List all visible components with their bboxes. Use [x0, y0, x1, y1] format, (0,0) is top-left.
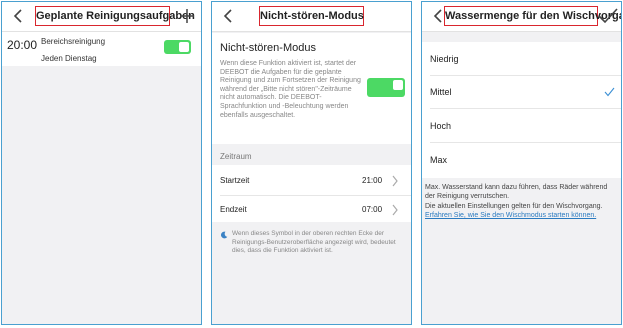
- option-medium[interactable]: Mittel: [430, 87, 452, 97]
- back-arrow-icon[interactable]: [11, 8, 25, 24]
- task-row[interactable]: 20:00 Bereichsreinigung Jeden Dienstag: [2, 32, 201, 66]
- divider: [430, 75, 621, 76]
- chevron-right-icon[interactable]: [391, 175, 399, 187]
- divider: [430, 108, 621, 109]
- start-time-label: Startzeit: [220, 176, 250, 185]
- panel-do-not-disturb: Nicht-stören-Modus Nicht-stören-Modus We…: [211, 1, 412, 325]
- water-note-settings-text: Die aktuellen Einstellungen gelten für d…: [425, 203, 603, 210]
- end-time-label: Endzeit: [220, 205, 247, 214]
- end-time-value[interactable]: 07:00: [362, 205, 382, 214]
- header: Geplante Reinigungsaufgaben: [2, 2, 201, 32]
- page-title: Geplante Reinigungsaufgaben: [35, 6, 195, 26]
- back-arrow-icon[interactable]: [431, 8, 445, 24]
- task-name: Bereichsreinigung: [41, 37, 106, 46]
- water-note-slipping: Max. Wasserstand kann dazu führen, dass …: [425, 184, 608, 200]
- back-arrow-icon[interactable]: [221, 8, 235, 24]
- header: Nicht-stören-Modus: [212, 2, 411, 32]
- page-title: Nicht-stören-Modus: [259, 6, 364, 26]
- moon-icon: [221, 231, 228, 239]
- page-title: Wassermenge für den Wischvorgang: [444, 6, 621, 26]
- panel-water-amount: Wassermenge für den Wischvorgang Niedrig…: [421, 1, 622, 325]
- checkmark-icon[interactable]: [597, 7, 619, 25]
- option-high[interactable]: Hoch: [430, 121, 451, 131]
- plus-icon[interactable]: [179, 8, 195, 24]
- dnd-heading: Nicht-stören-Modus: [220, 42, 316, 54]
- water-level-options: Niedrig Mittel Hoch Max: [422, 42, 621, 178]
- mopping-mode-help-link[interactable]: Erfahren Sie, wie Sie den Wischmodus sta…: [425, 212, 596, 219]
- dnd-enable-toggle[interactable]: [367, 78, 405, 97]
- section-label-period: Zeitraum: [220, 152, 252, 161]
- task-enable-toggle[interactable]: [164, 40, 191, 54]
- divider: [430, 142, 621, 143]
- option-max[interactable]: Max: [430, 155, 447, 165]
- dnd-footnote: Wenn dieses Symbol in der oberen rechten…: [232, 230, 396, 254]
- period-list: Startzeit 21:00 Endzeit 07:00: [212, 165, 411, 222]
- divider: [220, 195, 411, 196]
- panel-scheduled-cleaning: Geplante Reinigungsaufgaben 20:00 Bereic…: [1, 1, 202, 325]
- water-note-settings: Die aktuellen Einstellungen gelten für d…: [425, 203, 618, 220]
- start-time-value[interactable]: 21:00: [362, 176, 382, 185]
- header: Wassermenge für den Wischvorgang: [422, 2, 621, 32]
- chevron-right-icon[interactable]: [391, 204, 399, 216]
- task-repeat: Jeden Dienstag: [41, 54, 97, 63]
- task-time: 20:00: [7, 38, 38, 52]
- dnd-settings-card: Nicht-stören-Modus Wenn diese Funktion a…: [212, 33, 411, 144]
- dnd-description: Wenn diese Funktion aktiviert ist, start…: [220, 60, 361, 119]
- option-low[interactable]: Niedrig: [430, 54, 459, 64]
- checkmark-icon: [604, 87, 615, 97]
